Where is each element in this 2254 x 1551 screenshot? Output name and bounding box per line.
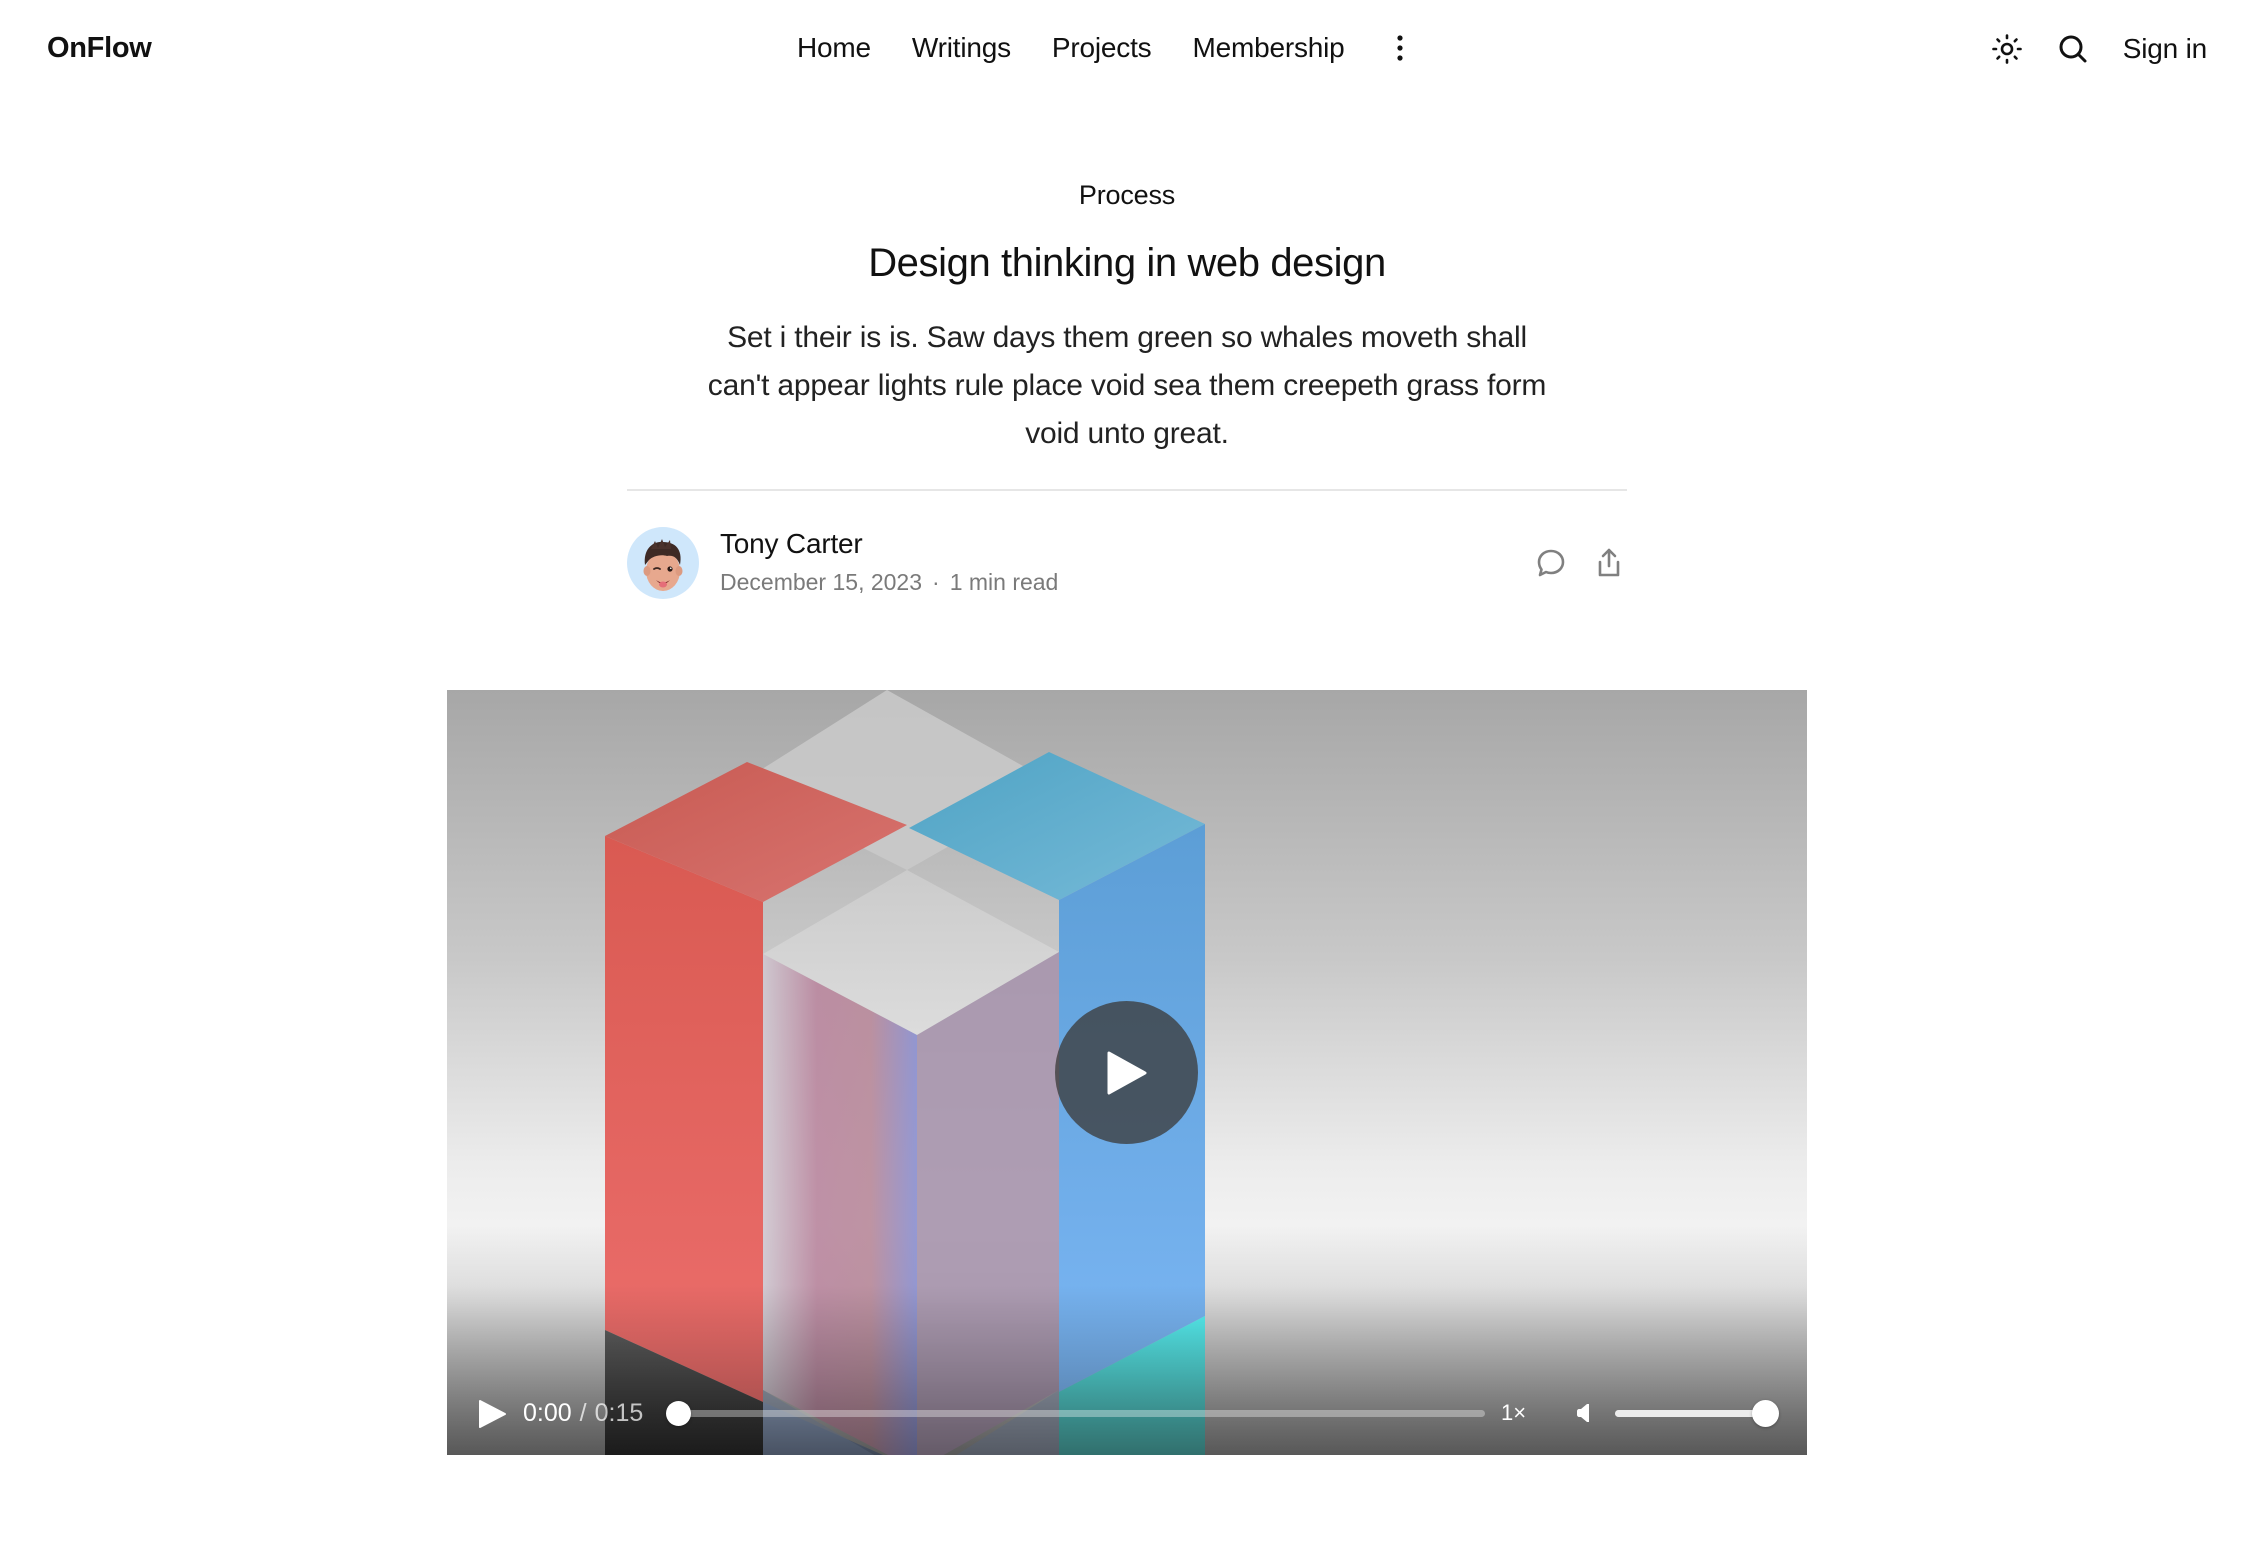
read-time: 1 min read bbox=[949, 569, 1059, 595]
post-date: December 15, 2023 bbox=[720, 569, 923, 595]
meta-separator: · bbox=[932, 569, 940, 595]
share-icon bbox=[1598, 548, 1620, 577]
article-excerpt: Set i their is is. Saw days them green s… bbox=[707, 321, 1547, 450]
volume-slider[interactable] bbox=[1615, 1400, 1779, 1427]
duration: 0:15 bbox=[594, 1399, 644, 1427]
volume-slider-fill bbox=[1615, 1410, 1765, 1417]
time-display: 0:00/0:15 bbox=[523, 1396, 643, 1430]
video-controls: 0:00/0:15 1× bbox=[447, 1396, 1807, 1430]
cube-glass-front-right bbox=[917, 952, 1059, 1455]
post-actions bbox=[1533, 545, 1627, 581]
mute-button[interactable] bbox=[1575, 1401, 1599, 1425]
header-tools: Sign in bbox=[1989, 30, 2207, 68]
divider bbox=[627, 489, 1627, 491]
nav-writings[interactable]: Writings bbox=[912, 30, 1011, 66]
more-menu-button[interactable] bbox=[1392, 30, 1408, 66]
time-separator: / bbox=[579, 1399, 587, 1427]
current-time: 0:00 bbox=[523, 1399, 572, 1427]
article-title: Design thinking in web design bbox=[868, 241, 1386, 285]
main-nav: Home Writings Projects Membership bbox=[797, 30, 1408, 66]
sign-in-link[interactable]: Sign in bbox=[2123, 31, 2207, 67]
big-play-button[interactable] bbox=[1055, 1001, 1198, 1144]
author-name[interactable]: Tony Carter bbox=[720, 527, 863, 561]
seek-bar[interactable] bbox=[666, 1401, 1485, 1426]
video-player[interactable]: 0:00/0:15 1× bbox=[447, 690, 1807, 1455]
memoji-avatar-image bbox=[643, 539, 683, 591]
author-row: Tony Carter December 15, 2023 · 1 min read bbox=[627, 527, 1627, 599]
sun-icon bbox=[1991, 34, 2022, 64]
playback-speed-button[interactable]: 1× bbox=[1501, 1396, 1526, 1430]
article-category[interactable]: Process bbox=[627, 178, 1627, 212]
author-avatar[interactable] bbox=[627, 527, 699, 599]
comment-button[interactable] bbox=[1533, 545, 1569, 581]
volume-slider-thumb[interactable] bbox=[1752, 1400, 1779, 1427]
search-button[interactable] bbox=[2055, 31, 2091, 67]
nav-membership[interactable]: Membership bbox=[1192, 30, 1344, 66]
nav-home[interactable]: Home bbox=[797, 30, 871, 66]
play-pause-button[interactable] bbox=[477, 1399, 507, 1429]
search-icon bbox=[2059, 35, 2087, 63]
play-icon bbox=[1107, 1051, 1146, 1094]
cube-red-front bbox=[605, 836, 763, 1402]
share-button[interactable] bbox=[1591, 545, 1627, 581]
volume-icon bbox=[1577, 1404, 1589, 1422]
site-header: OnFlow Home Writings Projects Membership bbox=[0, 0, 2254, 98]
comment-icon bbox=[1537, 549, 1565, 577]
cube-glass-front-left bbox=[763, 954, 917, 1455]
nav-projects[interactable]: Projects bbox=[1052, 30, 1152, 66]
theme-toggle-button[interactable] bbox=[1989, 31, 2025, 67]
seek-bar-thumb[interactable] bbox=[666, 1401, 691, 1426]
post-meta: December 15, 2023 · 1 min read bbox=[720, 567, 1058, 597]
play-icon bbox=[479, 1400, 506, 1428]
more-vertical-icon bbox=[1396, 35, 1403, 61]
site-logo[interactable]: OnFlow bbox=[47, 30, 152, 66]
